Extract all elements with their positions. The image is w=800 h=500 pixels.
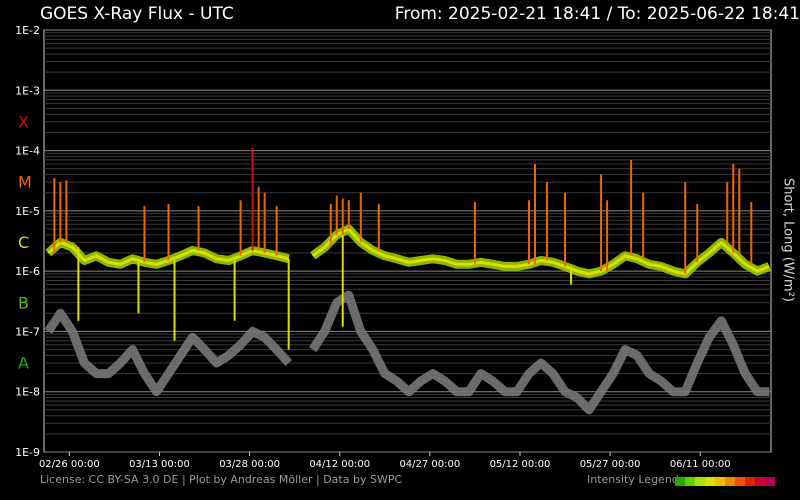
y-tick-label: 1E-5 bbox=[15, 205, 40, 218]
legend-swatch bbox=[725, 477, 735, 486]
y-tick-label: 1E-4 bbox=[15, 145, 40, 158]
legend-swatch bbox=[735, 477, 745, 486]
y-axis-label: Short, Long (W/m²) bbox=[780, 178, 796, 302]
flare-class-x: X bbox=[18, 112, 29, 131]
legend-swatch bbox=[705, 477, 715, 486]
x-tick-label: 05/12 00:00 bbox=[490, 459, 551, 470]
flare-class-b: B bbox=[18, 293, 29, 312]
y-tick-label: 1E-6 bbox=[15, 265, 40, 278]
x-tick-label: 03/28 00:00 bbox=[219, 459, 280, 470]
y-tick-label: 1E-8 bbox=[15, 386, 40, 399]
legend-swatch bbox=[675, 477, 685, 486]
y-tick-label: 1E-7 bbox=[15, 325, 40, 338]
license-text: License: CC BY-SA 3.0 DE | Plot by Andre… bbox=[40, 473, 403, 486]
flare-class-c: C bbox=[18, 233, 29, 252]
x-tick-label: 02/26 00:00 bbox=[39, 459, 100, 470]
y-tick-label: 1E-2 bbox=[15, 24, 40, 37]
flare-class-a: A bbox=[18, 354, 29, 373]
x-tick-label: 03/13 00:00 bbox=[129, 459, 190, 470]
intensity-legend-bar bbox=[675, 477, 775, 486]
legend-swatch bbox=[755, 477, 765, 486]
intensity-legend-label: Intensity Legend bbox=[587, 473, 679, 486]
legend-swatch bbox=[715, 477, 725, 486]
x-tick-label: 04/27 00:00 bbox=[399, 459, 460, 470]
legend-swatch bbox=[765, 477, 775, 486]
legend-swatch bbox=[745, 477, 755, 486]
x-tick-label: 05/27 00:00 bbox=[580, 459, 641, 470]
y-tick-label: 1E-9 bbox=[15, 446, 40, 459]
legend-swatch bbox=[685, 477, 695, 486]
xray-flux-chart: 1E-2 1E-3 1E-4 1E-5 1E-6 1E-7 1E-8 1E-902/26 00… bbox=[15, 24, 772, 470]
x-tick-label: 04/12 00:00 bbox=[309, 459, 370, 470]
legend-swatch bbox=[695, 477, 705, 486]
x-tick-label: 06/11 00:00 bbox=[670, 459, 731, 470]
flare-class-m: M bbox=[18, 173, 32, 192]
y-tick-label: 1E-3 bbox=[15, 84, 40, 97]
